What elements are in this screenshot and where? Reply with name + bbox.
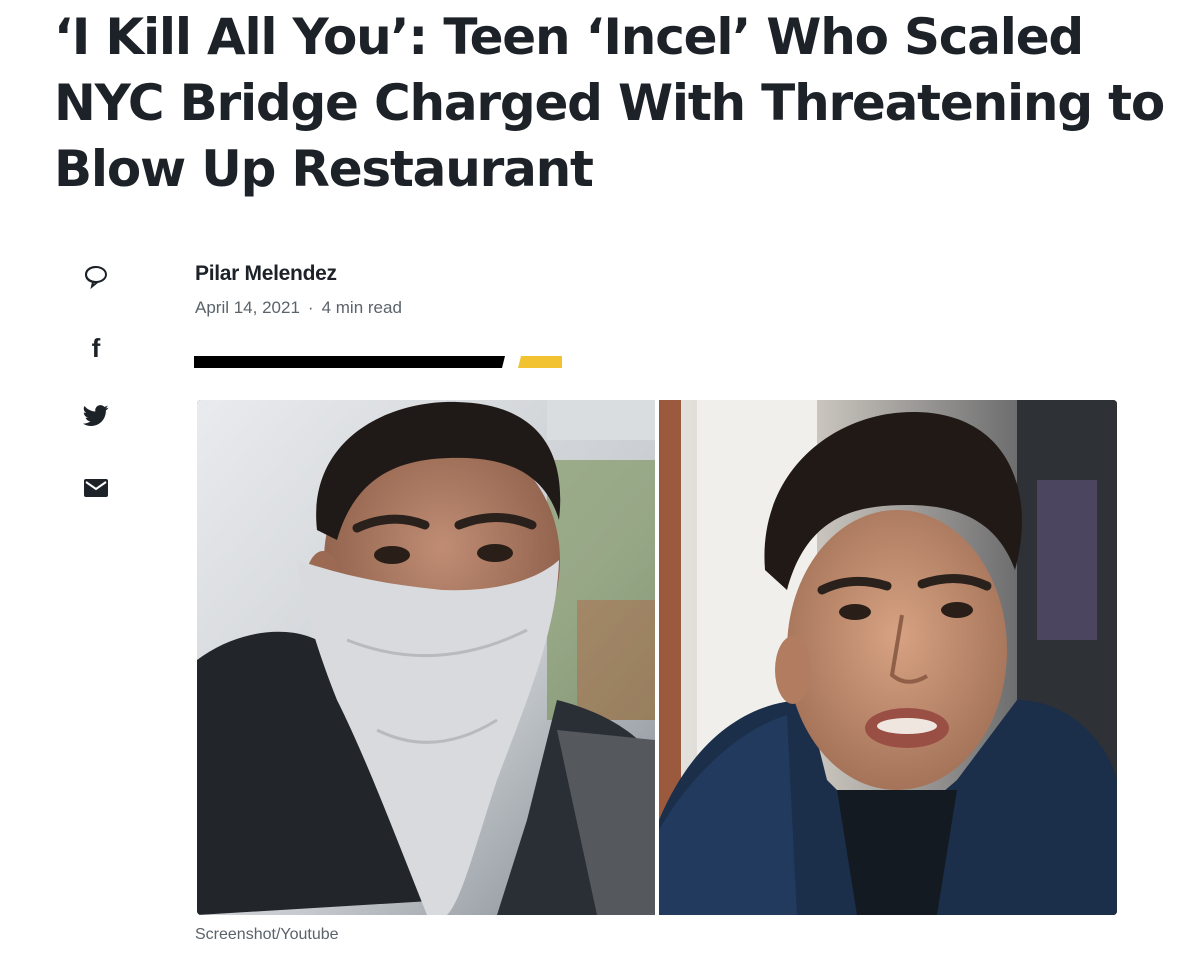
meta-separator: · (307, 298, 314, 317)
author-link[interactable]: Pilar Melendez (195, 262, 402, 286)
left-photo-panel (197, 400, 657, 915)
article-meta: April 14, 2021 · 4 min read (195, 298, 402, 318)
byline-divider (194, 355, 564, 368)
byline: Pilar Melendez April 14, 2021 · 4 min read (195, 262, 402, 318)
twitter-share-button[interactable] (78, 398, 114, 434)
read-time: 4 min read (321, 298, 402, 317)
article-headline: ‘I Kill All You’: Teen ‘Incel’ Who Scale… (54, 8, 1165, 198)
email-icon (84, 479, 108, 497)
comment-icon (84, 266, 107, 289)
comment-button[interactable] (78, 258, 114, 294)
divider-bar-black (194, 356, 505, 368)
divider-bar-yellow (518, 356, 562, 368)
facebook-share-button[interactable]: f (78, 330, 114, 366)
publish-date: April 14, 2021 (195, 298, 300, 317)
right-photo-panel (659, 400, 1117, 915)
article-lead-image (197, 400, 1117, 915)
facebook-icon: f (91, 332, 101, 363)
email-share-button[interactable] (78, 470, 114, 506)
image-caption: Screenshot/Youtube (195, 926, 339, 943)
twitter-icon (83, 405, 109, 426)
